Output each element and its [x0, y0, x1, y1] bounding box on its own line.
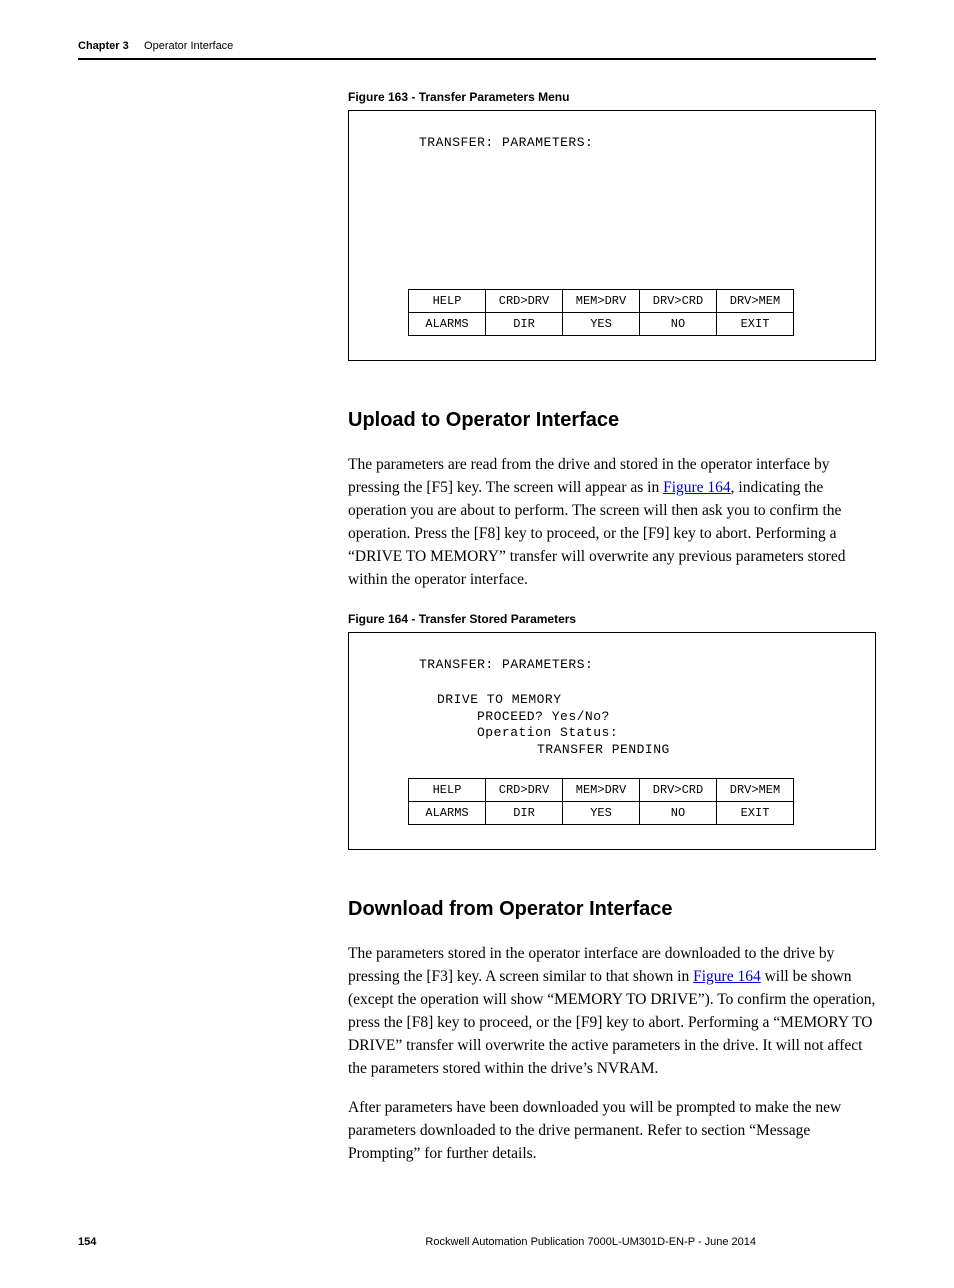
softkey-yes: YES	[562, 312, 640, 336]
upload-paragraph: The parameters are read from the drive a…	[348, 454, 876, 592]
softkey-drv-mem: DRV>MEM	[716, 778, 794, 802]
figure-164-link-1[interactable]: Figure 164	[663, 479, 731, 496]
page-footer: 154 Rockwell Automation Publication 7000…	[78, 1236, 876, 1248]
running-header: Chapter 3 Operator Interface	[78, 40, 876, 60]
figure-164-link-2[interactable]: Figure 164	[693, 968, 761, 985]
screen-164-status: TRANSFER PENDING	[537, 742, 670, 759]
softkey-no: NO	[639, 312, 717, 336]
softkey-no: NO	[639, 801, 717, 825]
softkey-exit: EXIT	[716, 801, 794, 825]
softkey-mem-drv: MEM>DRV	[562, 289, 640, 313]
screen-164-line3: Operation Status:	[477, 725, 618, 740]
softkey-alarms: ALARMS	[408, 312, 486, 336]
softkey-grid-164: HELP CRD>DRV MEM>DRV DRV>CRD DRV>MEM ALA…	[409, 779, 847, 825]
softkey-mem-drv: MEM>DRV	[562, 778, 640, 802]
softkey-drv-crd: DRV>CRD	[639, 778, 717, 802]
screen-164-title: TRANSFER: PARAMETERS:	[419, 657, 847, 672]
softkey-help: HELP	[408, 778, 486, 802]
softkey-dir: DIR	[485, 312, 563, 336]
publication-info: Rockwell Automation Publication 7000L-UM…	[425, 1236, 756, 1248]
softkey-crd-drv: CRD>DRV	[485, 778, 563, 802]
upload-heading: Upload to Operator Interface	[348, 409, 876, 432]
screen-163-title: TRANSFER: PARAMETERS:	[419, 135, 847, 150]
download-paragraph-1: The parameters stored in the operator in…	[348, 943, 876, 1081]
softkey-yes: YES	[562, 801, 640, 825]
chapter-label: Chapter 3	[78, 40, 129, 52]
softkey-drv-mem: DRV>MEM	[716, 289, 794, 313]
download-paragraph-2: After parameters have been downloaded yo…	[348, 1097, 876, 1166]
figure-163-caption: Figure 163 - Transfer Parameters Menu	[348, 90, 876, 104]
softkey-alarms: ALARMS	[408, 801, 486, 825]
softkey-crd-drv: CRD>DRV	[485, 289, 563, 313]
softkey-exit: EXIT	[716, 312, 794, 336]
softkey-dir: DIR	[485, 801, 563, 825]
screen-164-body: DRIVE TO MEMORY PROCEED? Yes/No? Operati…	[437, 692, 847, 760]
softkey-help: HELP	[408, 289, 486, 313]
screen-164-line1: DRIVE TO MEMORY	[437, 692, 847, 709]
figure-164-screen: TRANSFER: PARAMETERS: DRIVE TO MEMORY PR…	[348, 632, 876, 851]
chapter-title: Operator Interface	[144, 40, 233, 52]
screen-164-line2: PROCEED? Yes/No?	[477, 709, 847, 726]
figure-164-caption: Figure 164 - Transfer Stored Parameters	[348, 612, 876, 626]
page-number: 154	[78, 1236, 96, 1248]
download-heading: Download from Operator Interface	[348, 898, 876, 921]
softkey-drv-crd: DRV>CRD	[639, 289, 717, 313]
figure-163-screen: TRANSFER: PARAMETERS: HELP CRD>DRV MEM>D…	[348, 110, 876, 361]
softkey-grid-163: HELP CRD>DRV MEM>DRV DRV>CRD DRV>MEM ALA…	[409, 290, 847, 336]
